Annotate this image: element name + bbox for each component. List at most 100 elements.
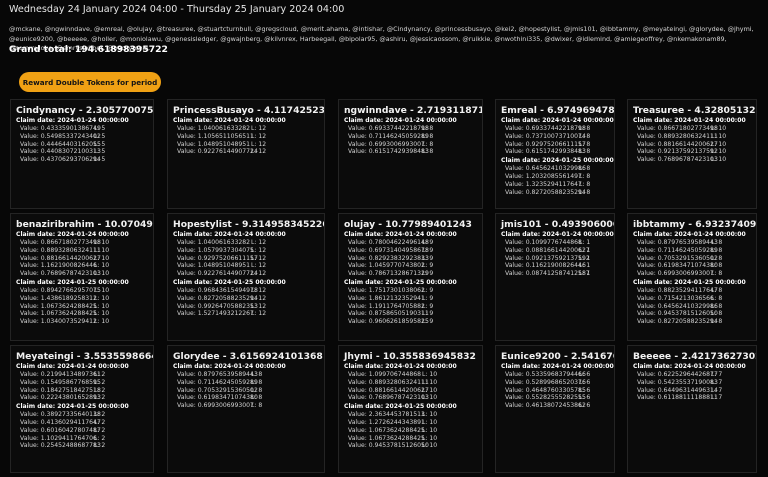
value-text: Value: 0.44083072100313 xyxy=(20,148,101,156)
value-row: Value: 0.55282555282555 L: 6 xyxy=(501,394,614,402)
value-text: Value: 0.11621900826446 xyxy=(505,262,586,270)
claim-date-label: Claim date: 2024-01-25 00:00:00 xyxy=(501,157,614,165)
value-row: Value: 0.61188111188811 L: 7 xyxy=(633,394,756,402)
value-row: Value: 0.43706293706294 L: 5 xyxy=(16,156,153,164)
level-text: L: 8 xyxy=(579,148,591,156)
value-row: Value: 0.88932806324111 L: 10 xyxy=(633,133,756,141)
level-text: L: 10 xyxy=(94,294,110,302)
value-row: Value: 0.52899686520376 L: 6 xyxy=(501,379,614,387)
value-text: Value: 0.86671802773498 xyxy=(637,125,718,133)
value-text: Value: 1.048951048951 xyxy=(177,262,251,270)
claim-date-label: Claim date: 2024-01-24 00:00:00 xyxy=(633,117,746,124)
value-row: Value: 0.25452488687783 L: 2 xyxy=(16,442,153,450)
value-row: Value: 0.61983471074380 L: 8 xyxy=(633,262,756,270)
value-row: Value: 0.82720588235294 L: 8 xyxy=(633,318,756,326)
value-text: Value: 1.099706744868 xyxy=(348,371,422,379)
level-text: L: 5 xyxy=(94,133,106,140)
value-row: Value: 1.1056511056511 L: 12 xyxy=(173,133,324,141)
value-text: Value: 0.087412587412587 xyxy=(505,270,590,278)
value-row: Value: 1.048951048951 L: 12 xyxy=(173,141,324,149)
level-text: L: 2 xyxy=(94,411,106,419)
level-text: L: 10 xyxy=(711,140,727,148)
value-row: Value: 0.53359683794466 L: 6 xyxy=(501,371,614,379)
level-text: L: 8 xyxy=(251,394,263,402)
level-text: L: 12 xyxy=(251,302,267,310)
level-text: L: 10 xyxy=(94,287,110,295)
value-text: Value: 0.69337442218798 xyxy=(505,125,586,133)
value-row: Value: 0.92137592137592 L: 10 xyxy=(633,148,756,156)
value-row: Value: 0.92975206611157 L: 8 xyxy=(501,141,614,149)
value-row: Value: 0.76896787423103 L: 10 xyxy=(633,156,756,164)
level-text: L: 10 xyxy=(422,442,438,450)
level-text: L: 9 xyxy=(422,310,434,318)
value-row: Value: 0.70532915360502 L: 8 xyxy=(633,255,756,263)
claim-date-label: Claim date: 2024-01-24 00:00:00 xyxy=(501,363,614,370)
value-row: Value: 1.0673624288425 L: 10 xyxy=(16,310,153,318)
value-text: Value: 0.41360294117647 xyxy=(20,419,101,427)
level-text: L: 8 xyxy=(711,262,723,270)
level-text: L: 10 xyxy=(422,371,438,379)
level-text: L: 1 xyxy=(579,247,591,254)
claim-date-label: Claim date: 2024-01-25 00:00:00 xyxy=(633,278,746,286)
value-text: Value: 0.76896787423103 xyxy=(348,394,429,402)
value-text: Value: 0.88166144200627 xyxy=(637,140,718,148)
value-row: Value: 0.15495867768595 L: 2 xyxy=(16,379,153,387)
value-row: Value: 0.54985337243402 L: 5 xyxy=(16,133,153,141)
value-text: Value: 0.55282555282555 xyxy=(505,394,586,402)
value-row: Value: 0.76896787423103 L: 10 xyxy=(16,270,153,278)
value-text: Value: 0.46487603305785 xyxy=(505,386,586,394)
claim-date-label: Claim date: 2024-01-24 00:00:00 xyxy=(173,117,286,124)
value-text: Value: 0.61983471074380 xyxy=(177,394,258,402)
level-text: L: 8 xyxy=(579,125,591,133)
user-card: olujay - 10.77989401243 Claim date: 2024-… xyxy=(338,213,483,341)
card-title: Cindynancy - 2.3057700759881 xyxy=(16,105,154,116)
value-text: Value: 0.76896787423103 xyxy=(20,270,101,278)
value-text: Value: 0.61517429398483 xyxy=(348,148,429,156)
value-text: Value: 0.088166144200627 xyxy=(505,247,590,254)
claim-date-label: Claim date: 2024-01-24 00:00:00 xyxy=(344,231,457,238)
claim-date-label: Claim date: 2024-01-24 00:00:00 xyxy=(501,117,614,124)
level-text: L: 9 xyxy=(422,247,434,254)
level-text: L: 2 xyxy=(94,426,106,434)
level-text: L: 10 xyxy=(422,394,438,402)
value-row: Value: 0.46487603305785 L: 6 xyxy=(501,387,614,395)
level-text: L: 8 xyxy=(711,317,723,325)
reward-double-tokens-button[interactable]: Reward Double Tokens for period xyxy=(19,72,161,92)
level-text: L: 10 xyxy=(422,411,438,419)
claim-date-label: Claim date: 2024-01-25 00:00:00 xyxy=(16,278,129,286)
value-text: Value: 0.92276144907724 xyxy=(177,148,258,156)
value-row: Value: 0.64496314496314 L: 7 xyxy=(633,387,756,395)
value-row: Value: 0.43335901386749 L: 5 xyxy=(16,125,153,133)
value-text: Value: 1.040061633282 xyxy=(177,125,251,133)
value-text: Value: 0.82923832923833 xyxy=(348,254,429,262)
value-text: Value: 0.22243801652893 xyxy=(20,394,101,402)
value-row: Value: 0.87976539589443 L: 8 xyxy=(173,371,324,379)
value-row: Value: 0.69337442218798 L: 8 xyxy=(501,125,614,133)
value-row: Value: 0.82720588235294 L: 12 xyxy=(173,295,324,303)
value-text: Value: 0.61983471074380 xyxy=(637,262,718,270)
value-row: Value: 0.61517429398483 L: 8 xyxy=(344,148,482,156)
value-text: Value: 0.69731404958678 xyxy=(348,247,429,254)
value-row: Value: 0.88235294117647 L: 8 xyxy=(633,287,756,295)
value-row: Value: 0.7154213036566 L: 8 xyxy=(633,295,756,303)
claim-date-label: Claim date: 2024-01-25 00:00:00 xyxy=(344,278,457,286)
value-row: Value: 1.5271493212267 L: 12 xyxy=(173,310,324,318)
value-row: Value: 0.88166144200627 L: 10 xyxy=(633,141,756,149)
value-row: Value: 0.82720588235294 L: 8 xyxy=(501,189,614,197)
value-row: Value: 0.18427518427518 L: 2 xyxy=(16,387,153,395)
value-row: Value: 1.0673624288425 L: 10 xyxy=(16,303,153,311)
value-text: Value: 0.71146245059289 xyxy=(348,133,429,140)
value-text: Value: 0.64562410329986 xyxy=(505,165,586,173)
value-text: Value: 1.0340073529412 xyxy=(20,317,97,325)
claim-date-label: Claim date: 2024-01-24 00:00:00 xyxy=(633,363,746,370)
value-row: Value: 1.0579937304075 L: 12 xyxy=(173,247,324,255)
value-row: Value: 1.040061633282 L: 12 xyxy=(173,125,324,133)
value-text: Value: 0.86671802773498 xyxy=(20,239,101,247)
value-text: Value: 0.6993006993007 xyxy=(637,270,714,278)
card-title: olujay - 10.77989401243 xyxy=(344,219,472,230)
level-text: L: 9 xyxy=(422,254,434,262)
value-row: Value: 1.8612132352941 L: 9 xyxy=(344,295,482,303)
value-row: Value: 0.21994134897361 L: 2 xyxy=(16,371,153,379)
level-text: L: 6 xyxy=(579,379,591,386)
value-row: Value: 0.54235537190083 L: 7 xyxy=(633,379,756,387)
